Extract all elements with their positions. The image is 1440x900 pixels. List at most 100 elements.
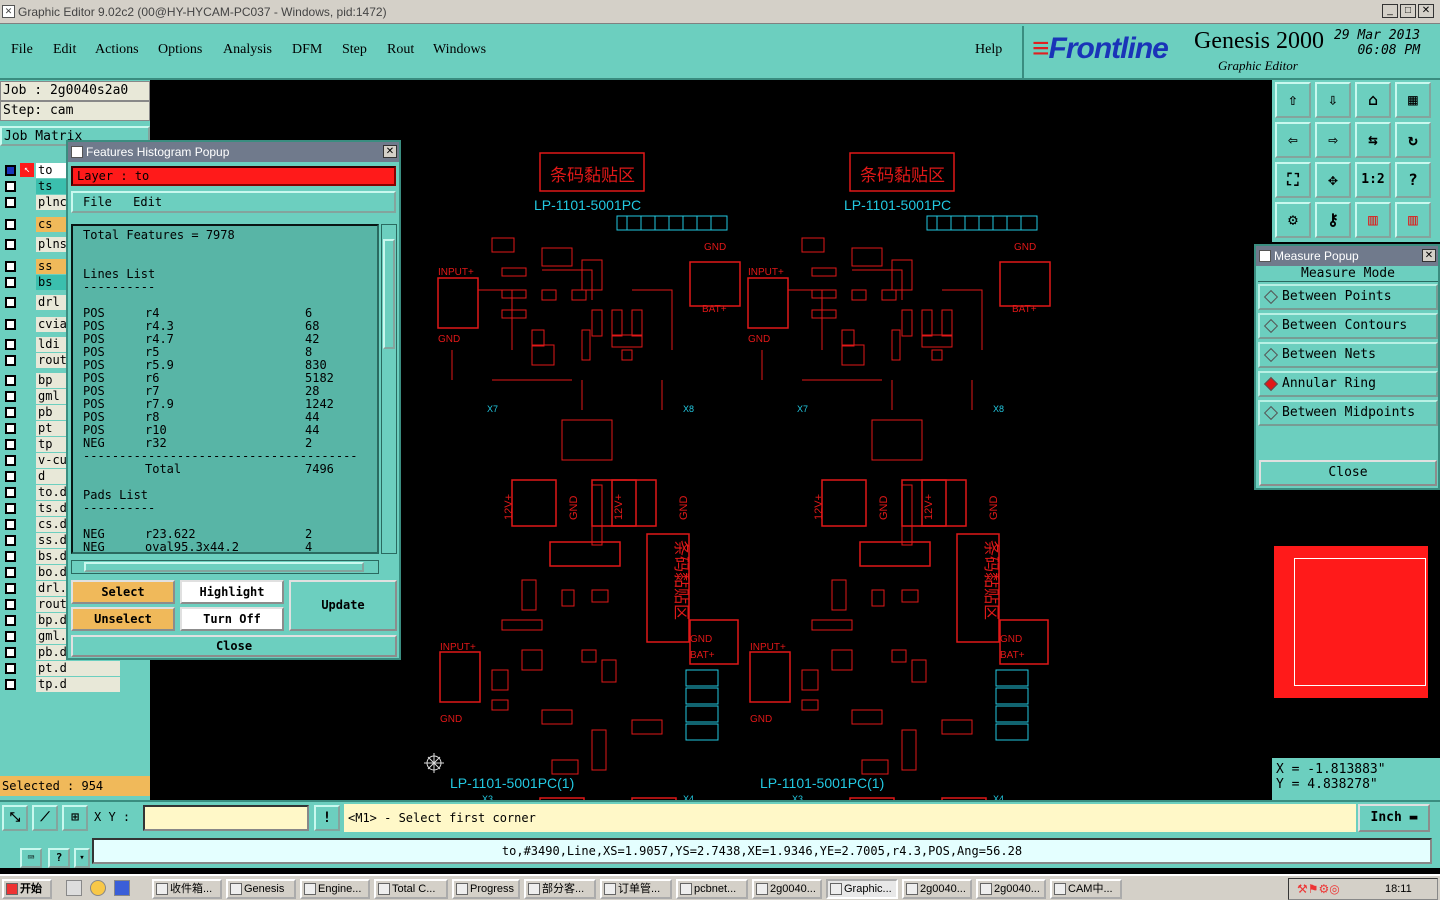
layer-name[interactable]: pt.d [36,661,120,676]
taskbar-task[interactable]: Total C... [374,879,448,899]
layer-checkbox[interactable] [5,423,16,434]
taskbar-task[interactable]: 2g0040... [976,879,1046,899]
zoom-home-icon[interactable]: ⇧ [1275,82,1311,118]
layer-checkbox[interactable] [5,297,16,308]
histogram-menu-file[interactable]: File [83,195,112,209]
measure-close-button[interactable]: Close [1259,460,1437,486]
layer-checkbox[interactable] [5,277,16,288]
measure-option[interactable]: Between Points [1258,284,1438,310]
net-highlight-icon[interactable]: ▥ [1395,202,1431,238]
measure-option[interactable]: Between Midpoints [1258,400,1438,426]
layer-checkbox[interactable] [5,535,16,546]
settings-icon[interactable]: ⚙ [1275,202,1311,238]
zoom-down-icon[interactable]: ⇩ [1315,82,1351,118]
histogram-hscrollbar[interactable] [71,560,379,574]
histogram-list[interactable]: Total Features = 7978 Lines List -------… [71,224,379,554]
start-button[interactable]: 开始 [2,879,52,899]
tray-icons[interactable]: ⚒⚑⚙◎ [1297,879,1340,899]
turn-off-button[interactable]: Turn Off [180,607,284,631]
layer-checkbox[interactable] [5,197,16,208]
layer-checkbox[interactable] [5,165,16,176]
histogram-close-button[interactable]: Close [71,635,397,657]
layer-checkbox[interactable] [5,647,16,658]
measure-option[interactable]: Annular Ring [1258,371,1438,397]
measure-option[interactable]: Between Nets [1258,342,1438,368]
grid-icon[interactable]: ⊞ [62,805,88,831]
mirror-icon[interactable]: ⇆ [1355,122,1391,158]
layer-checkbox[interactable] [5,471,16,482]
keyboard-icon[interactable]: ⌨ [20,848,42,868]
taskbar-task[interactable]: 部分客... [524,879,596,899]
taskbar-task[interactable]: 2g0040... [902,879,972,899]
layer-row[interactable]: tp.d [2,677,120,692]
layer-row[interactable]: pt.d [2,661,120,676]
dropdown-icon[interactable]: ▾ [74,848,90,868]
units-selector[interactable]: Inch ▬ [1358,804,1430,832]
layer-checkbox[interactable] [5,487,16,498]
alert-icon[interactable]: ! [314,805,340,831]
layer-checkbox[interactable] [5,583,16,594]
pan-left-icon[interactable]: ⇦ [1275,122,1311,158]
menu-rout[interactable]: Rout [387,42,414,58]
help-query-icon[interactable]: ? [48,848,70,868]
layer-checkbox[interactable] [5,663,16,674]
ie-icon[interactable] [114,880,130,896]
line-tool-icon[interactable]: ⟋ [32,805,58,831]
layer-checkbox[interactable] [5,375,16,386]
histogram-menu-edit[interactable]: Edit [133,195,162,209]
layer-checkbox[interactable] [5,319,16,330]
histogram-row[interactable]: POS r8 44 [83,411,367,424]
layer-name[interactable]: tp.d [36,677,120,692]
update-button[interactable]: Update [289,580,397,631]
menu-actions[interactable]: Actions [95,42,139,58]
layer-checkbox[interactable] [5,439,16,450]
taskbar-task[interactable]: Progress [452,879,520,899]
taskbar-task[interactable]: CAM中... [1050,879,1122,899]
rotate-icon[interactable]: ↻ [1395,122,1431,158]
layer-checkbox[interactable] [5,261,16,272]
taskbar-task[interactable]: 收件箱... [152,879,222,899]
xy-input[interactable] [143,805,309,831]
measure-option[interactable]: Between Contours [1258,313,1438,339]
xy-view-icon[interactable]: ▦ [1395,82,1431,118]
histogram-row[interactable]: POS r6 5182 [83,372,367,385]
layer-checkbox[interactable] [5,599,16,610]
layer-checkbox[interactable] [5,455,16,466]
histogram-close-icon[interactable]: ✕ [383,145,397,158]
histogram-row[interactable]: POS r4.7 42 [83,333,367,346]
taskbar-task[interactable]: Engine... [300,879,370,899]
layer-checkbox[interactable] [5,239,16,250]
taskbar-task[interactable]: Graphic... [826,879,898,899]
layer-checkbox[interactable] [5,615,16,626]
scale-1-2-icon[interactable]: 1:2 [1355,162,1391,198]
taskbar-task[interactable]: pcbnet... [676,879,748,899]
highlight-button[interactable]: Highlight [180,580,284,604]
menu-step[interactable]: Step [342,42,367,58]
histogram-row[interactable]: NEG r32 2 [83,437,367,450]
taskbar-task[interactable]: 订单管... [600,879,672,899]
menu-help[interactable]: Help [975,42,1002,58]
fit-screen-icon[interactable]: ⛶ [1275,162,1311,198]
histogram-row[interactable]: POS r7.9 1242 [83,398,367,411]
histogram-row[interactable]: POS r4.3 68 [83,320,367,333]
net-icon[interactable]: ▥ [1355,202,1391,238]
unselect-button[interactable]: Unselect [71,607,175,631]
layer-checkbox[interactable] [5,503,16,514]
close-icon[interactable]: ✕ [1418,4,1434,18]
layer-checkbox[interactable] [5,219,16,230]
layer-checkbox[interactable] [5,551,16,562]
pan-right-icon[interactable]: ⇨ [1315,122,1351,158]
help-icon[interactable]: ? [1395,162,1431,198]
select-button[interactable]: Select [71,580,175,604]
taskbar-task[interactable]: 2g0040... [752,879,822,899]
maximize-icon[interactable]: □ [1400,4,1416,18]
overview-map[interactable] [1272,490,1440,758]
menu-file[interactable]: File [11,42,33,58]
show-desktop-icon[interactable] [66,880,82,896]
zoom-fit-icon[interactable]: ✥ [1315,162,1351,198]
layer-checkbox[interactable] [5,391,16,402]
key-icon[interactable]: ⚷ [1315,202,1351,238]
measure-close-icon[interactable]: ✕ [1422,249,1436,262]
menu-windows[interactable]: Windows [433,42,486,58]
histogram-vscrollbar[interactable] [381,224,397,554]
